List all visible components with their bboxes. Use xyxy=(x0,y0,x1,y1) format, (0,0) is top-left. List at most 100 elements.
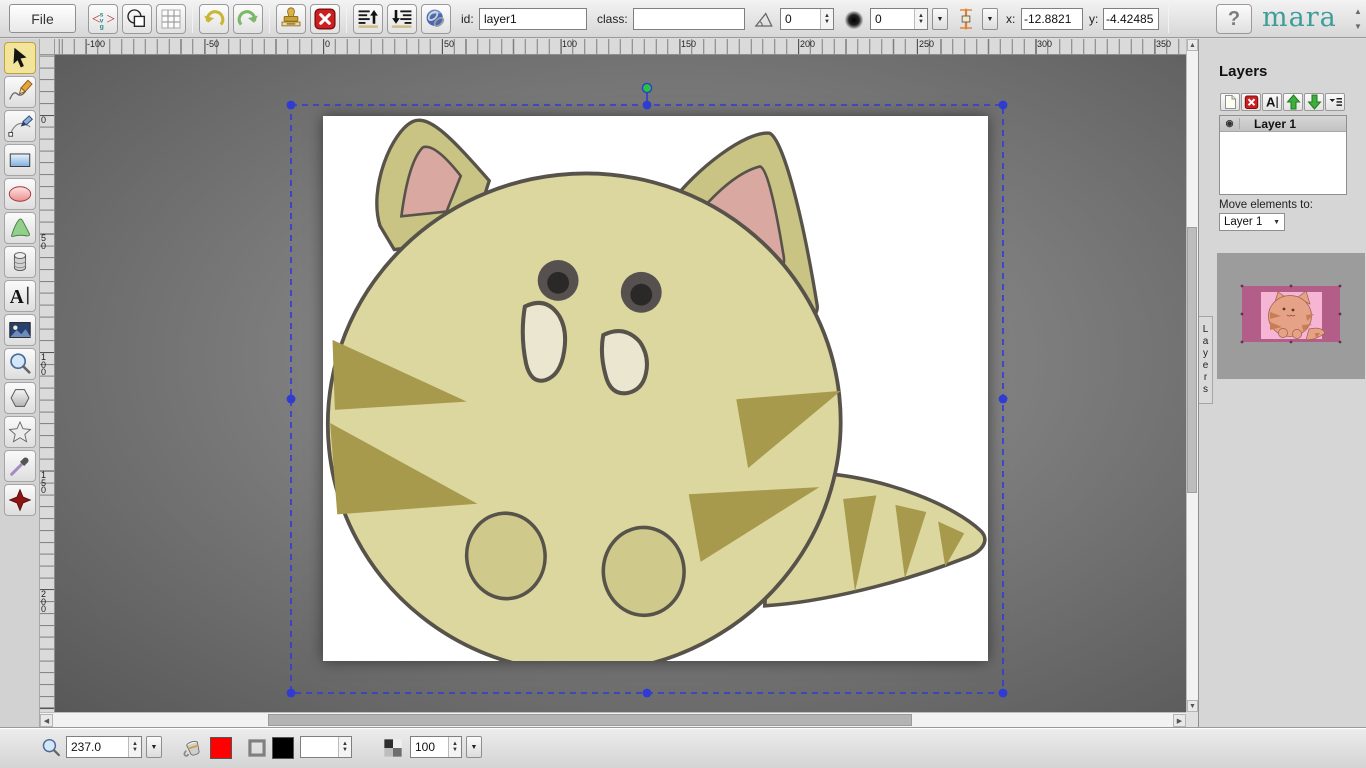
move-layer-down-button[interactable] xyxy=(1304,93,1324,111)
spinner-arrows-icon[interactable]: ▲▼ xyxy=(448,737,461,757)
canvas-workspace[interactable] xyxy=(55,55,1186,712)
move-target-select[interactable]: Layer 1 ▼ xyxy=(1219,213,1285,231)
tool-shape-3d[interactable] xyxy=(4,246,36,278)
pencil-icon xyxy=(7,79,33,105)
ruler-label: 200 xyxy=(800,39,815,49)
scroll-down-icon[interactable]: ▼ xyxy=(1187,700,1198,712)
horizontal-scrollbar[interactable]: ◀ ▶ xyxy=(40,712,1186,727)
spinner-arrows-icon[interactable]: ▲▼ xyxy=(338,737,351,757)
rotate-handle[interactable] xyxy=(642,83,651,92)
tool-pencil[interactable] xyxy=(4,76,36,108)
stroke-color-swatch[interactable] xyxy=(272,737,294,759)
spinner-arrows-icon[interactable]: ▲▼ xyxy=(914,9,927,29)
fill-color-swatch[interactable] xyxy=(210,737,232,759)
ruler-label: 0 xyxy=(325,39,330,49)
tool-image[interactable] xyxy=(4,314,36,346)
horizontal-scroll-thumb[interactable] xyxy=(268,714,912,726)
angle-spinner[interactable]: 0 ▲▼ xyxy=(780,8,834,30)
link-icon xyxy=(424,7,448,31)
resize-handle-ne[interactable] xyxy=(999,101,1008,110)
ruler-corner xyxy=(40,39,55,55)
blur-spinner[interactable]: 0 ▲▼ xyxy=(870,8,928,30)
tool-zoom[interactable] xyxy=(4,348,36,380)
svg-page[interactable] xyxy=(323,116,988,661)
move-layer-up-icon xyxy=(1286,94,1301,110)
resize-handle-w[interactable] xyxy=(287,395,296,404)
resize-handle-nw[interactable] xyxy=(287,101,296,110)
layer-name: Layer 1 xyxy=(1240,117,1296,131)
svg-source-button[interactable] xyxy=(88,4,118,34)
resize-handle-e[interactable] xyxy=(999,395,1008,404)
spinner-arrows-icon[interactable]: ▲▼ xyxy=(128,737,141,757)
layer-row[interactable]: ◉ Layer 1 xyxy=(1220,116,1346,132)
delete-selection-icon xyxy=(313,7,337,31)
scroll-left-icon[interactable]: ◀ xyxy=(40,714,53,727)
zoom-dropdown-button[interactable]: ▼ xyxy=(146,736,162,758)
vertical-scroll-thumb[interactable] xyxy=(1187,227,1197,493)
raise-to-top-button[interactable] xyxy=(353,4,383,34)
class-input[interactable] xyxy=(633,8,745,30)
blur-dropdown-button[interactable]: ▼ xyxy=(932,8,948,30)
undo-button[interactable] xyxy=(199,4,229,34)
help-button[interactable]: ? xyxy=(1216,4,1252,34)
vertical-ruler: 050100150200 xyxy=(40,55,55,712)
grid-button[interactable] xyxy=(156,4,186,34)
spinner-arrows-icon[interactable]: ▲▼ xyxy=(820,9,833,29)
blur-value: 0 xyxy=(871,12,914,26)
resize-handle-n[interactable] xyxy=(643,101,652,110)
scroll-right-icon[interactable]: ▶ xyxy=(1173,714,1186,727)
opacity-dropdown-button[interactable]: ▼ xyxy=(466,736,482,758)
id-input[interactable] xyxy=(479,8,587,30)
rename-layer-button[interactable] xyxy=(1262,93,1282,111)
opacity-spinner[interactable]: 100 ▲▼ xyxy=(410,736,462,758)
tool-eyedropper[interactable] xyxy=(4,450,36,482)
zoom-spinner[interactable]: 237.0 ▲▼ xyxy=(66,736,142,758)
link-button[interactable] xyxy=(421,4,451,34)
file-menu-button[interactable]: File xyxy=(9,4,76,33)
stamp-clone-button[interactable] xyxy=(276,4,306,34)
resize-handle-s[interactable] xyxy=(643,689,652,698)
stroke-width-spinner[interactable]: ▲▼ xyxy=(300,736,352,758)
tool-rectangle[interactable] xyxy=(4,144,36,176)
tool-star[interactable] xyxy=(4,416,36,448)
delete-selection-button[interactable] xyxy=(310,4,340,34)
text-icon xyxy=(7,283,33,309)
move-layer-up-button[interactable] xyxy=(1283,93,1303,111)
resize-handle-sw[interactable] xyxy=(287,689,296,698)
toolbar-separator xyxy=(269,5,270,33)
ruler-label: 200 xyxy=(41,591,49,614)
delete-layer-button[interactable] xyxy=(1241,93,1261,111)
cat-drawing[interactable] xyxy=(323,116,988,661)
shape-library-button[interactable] xyxy=(122,4,152,34)
new-layer-button[interactable] xyxy=(1220,93,1240,111)
tool-ellipse[interactable] xyxy=(4,178,36,210)
tool-polygon[interactable] xyxy=(4,212,36,244)
redo-button[interactable] xyxy=(233,4,263,34)
move-target-value: Layer 1 xyxy=(1224,216,1262,228)
toolbar-scroll-up-icon[interactable]: ▲ xyxy=(1352,5,1364,17)
layers-side-tab[interactable]: Layers xyxy=(1199,316,1213,404)
anchor-dropdown-button[interactable]: ▼ xyxy=(982,8,998,30)
ruler-label: 150 xyxy=(41,472,49,495)
toolbar-scroll-down-icon[interactable]: ▼ xyxy=(1352,20,1364,32)
scroll-up-icon[interactable]: ▲ xyxy=(1187,39,1198,51)
move-elements-label: Move elements to: xyxy=(1219,199,1313,211)
tool-path[interactable] xyxy=(4,110,36,142)
y-input[interactable] xyxy=(1103,8,1159,30)
path-icon xyxy=(7,113,33,139)
zoom-icon xyxy=(7,351,33,377)
navigator-preview[interactable] xyxy=(1217,253,1365,379)
horizontal-ruler: -100-50050100150200250300350 xyxy=(55,39,1186,55)
layers-panel-title: Layers xyxy=(1219,63,1267,80)
tool-select[interactable] xyxy=(4,42,36,74)
resize-handle-se[interactable] xyxy=(999,689,1008,698)
tool-hexagon[interactable] xyxy=(4,382,36,414)
layer-list[interactable]: ◉ Layer 1 xyxy=(1219,115,1347,195)
layer-visibility-eye-icon[interactable]: ◉ xyxy=(1220,118,1240,129)
x-input[interactable] xyxy=(1021,8,1083,30)
position-anchor-icon[interactable] xyxy=(954,6,978,32)
layer-menu-button[interactable] xyxy=(1325,93,1345,111)
lower-to-bottom-button[interactable] xyxy=(387,4,417,34)
tool-connector[interactable] xyxy=(4,484,36,516)
tool-text[interactable] xyxy=(4,280,36,312)
